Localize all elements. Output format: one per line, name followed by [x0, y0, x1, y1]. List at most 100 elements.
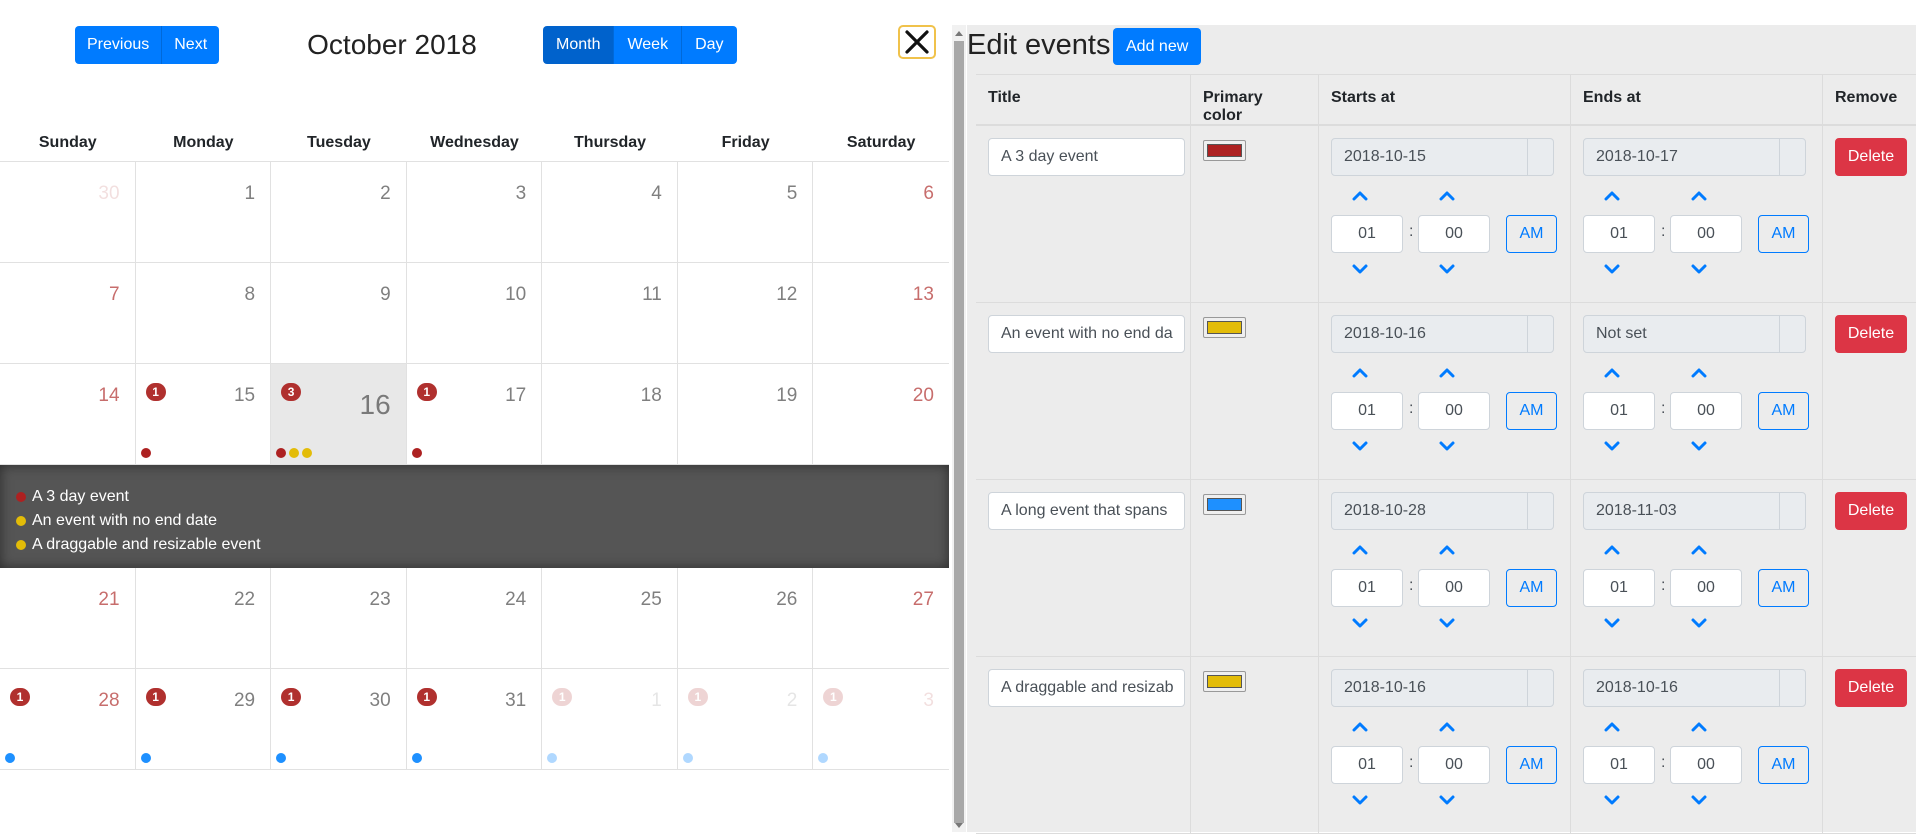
day-cell[interactable]: 25 — [542, 568, 678, 668]
minute-down-button[interactable] — [1690, 617, 1708, 629]
next-button[interactable]: Next — [162, 26, 220, 64]
view-week-button[interactable]: Week — [614, 26, 683, 64]
day-cell[interactable]: 28 1 — [0, 669, 136, 769]
minute-down-button[interactable] — [1438, 617, 1456, 629]
primary-color-picker[interactable] — [1203, 671, 1246, 692]
day-cell[interactable]: 3 — [407, 162, 543, 262]
day-cell[interactable]: 14 — [0, 364, 136, 464]
day-cell[interactable]: 15 1 — [136, 364, 272, 464]
event-title-input[interactable]: A draggable and resizab — [988, 669, 1185, 707]
day-cell[interactable]: 16 3 — [271, 364, 407, 464]
date-addon[interactable] — [1779, 139, 1805, 175]
date-addon[interactable] — [1527, 316, 1553, 352]
day-cell[interactable]: 7 — [0, 263, 136, 363]
day-cell[interactable]: 2 — [271, 162, 407, 262]
hour-down-button[interactable] — [1351, 794, 1369, 806]
hour-input[interactable]: 01 — [1583, 569, 1655, 607]
open-day-event-item[interactable]: A 3 day event — [16, 485, 949, 509]
hour-up-button[interactable] — [1603, 189, 1621, 201]
scrollbar-thumb[interactable] — [954, 41, 964, 823]
minute-input[interactable]: 00 — [1418, 746, 1490, 784]
hour-up-button[interactable] — [1603, 720, 1621, 732]
day-cell[interactable]: 11 — [542, 669, 678, 769]
delete-button[interactable]: Delete — [1835, 138, 1907, 176]
day-cell[interactable]: 8 — [136, 263, 272, 363]
date-addon[interactable] — [1527, 493, 1553, 529]
day-cell[interactable]: 31 1 — [407, 669, 543, 769]
end-date-input[interactable]: 2018-11-03 — [1583, 492, 1806, 530]
delete-button[interactable]: Delete — [1835, 492, 1907, 530]
day-cell[interactable]: 21 — [678, 669, 814, 769]
day-cell[interactable]: 12 — [678, 263, 814, 363]
event-title-input[interactable]: A long event that spans — [988, 492, 1185, 530]
start-date-input[interactable]: 2018-10-28 — [1331, 492, 1554, 530]
end-date-input[interactable]: Not set — [1583, 315, 1806, 353]
hour-up-button[interactable] — [1351, 189, 1369, 201]
day-cell[interactable]: 1 — [136, 162, 272, 262]
date-addon[interactable] — [1527, 670, 1553, 706]
ampm-toggle-button[interactable]: AM — [1758, 392, 1809, 430]
hour-down-button[interactable] — [1603, 263, 1621, 275]
start-date-input[interactable]: 2018-10-15 — [1331, 138, 1554, 176]
minute-down-button[interactable] — [1690, 263, 1708, 275]
day-cell[interactable]: 30 — [0, 162, 136, 262]
day-cell[interactable]: 26 — [678, 568, 814, 668]
minute-input[interactable]: 00 — [1670, 215, 1742, 253]
day-cell[interactable]: 30 1 — [271, 669, 407, 769]
event-title-input[interactable]: A 3 day event — [988, 138, 1185, 176]
view-day-button[interactable]: Day — [682, 26, 737, 64]
open-day-event-item[interactable]: A draggable and resizable event — [16, 533, 949, 557]
primary-color-picker[interactable] — [1203, 317, 1246, 338]
ampm-toggle-button[interactable]: AM — [1758, 215, 1809, 253]
minute-input[interactable]: 00 — [1418, 569, 1490, 607]
day-cell[interactable]: 31 — [813, 669, 949, 769]
day-cell[interactable]: 6 — [813, 162, 949, 262]
event-title-input[interactable]: An event with no end da — [988, 315, 1185, 353]
start-date-input[interactable]: 2018-10-16 — [1331, 669, 1554, 707]
day-cell[interactable]: 20 — [813, 364, 949, 464]
hour-input[interactable]: 01 — [1583, 215, 1655, 253]
minute-down-button[interactable] — [1438, 263, 1456, 275]
hour-up-button[interactable] — [1351, 543, 1369, 555]
day-cell[interactable]: 18 — [542, 364, 678, 464]
ampm-toggle-button[interactable]: AM — [1758, 746, 1809, 784]
ampm-toggle-button[interactable]: AM — [1758, 569, 1809, 607]
hour-input[interactable]: 01 — [1331, 746, 1403, 784]
scroll-down-arrow-icon[interactable] — [955, 823, 963, 828]
day-cell[interactable]: 29 1 — [136, 669, 272, 769]
end-date-input[interactable]: 2018-10-16 — [1583, 669, 1806, 707]
ampm-toggle-button[interactable]: AM — [1506, 569, 1557, 607]
delete-button[interactable]: Delete — [1835, 669, 1907, 707]
hour-down-button[interactable] — [1351, 617, 1369, 629]
event-title[interactable]: An event with no end date — [32, 512, 217, 530]
previous-button[interactable]: Previous — [75, 26, 163, 64]
date-addon[interactable] — [1779, 493, 1805, 529]
day-cell[interactable]: 24 — [407, 568, 543, 668]
day-cell[interactable]: 19 — [678, 364, 814, 464]
hour-down-button[interactable] — [1351, 440, 1369, 452]
open-day-event-item[interactable]: An event with no end date — [16, 509, 949, 533]
ampm-toggle-button[interactable]: AM — [1506, 392, 1557, 430]
day-cell[interactable]: 17 1 — [407, 364, 543, 464]
event-title[interactable]: A draggable and resizable event — [32, 536, 261, 554]
hour-down-button[interactable] — [1603, 440, 1621, 452]
minute-down-button[interactable] — [1690, 440, 1708, 452]
ampm-toggle-button[interactable]: AM — [1506, 215, 1557, 253]
minute-down-button[interactable] — [1690, 794, 1708, 806]
date-addon[interactable] — [1779, 670, 1805, 706]
primary-color-picker[interactable] — [1203, 140, 1246, 161]
date-addon[interactable] — [1779, 316, 1805, 352]
scrollbar[interactable] — [952, 25, 966, 832]
hour-input[interactable]: 01 — [1331, 569, 1403, 607]
day-cell[interactable]: 5 — [678, 162, 814, 262]
primary-color-picker[interactable] — [1203, 494, 1246, 515]
hour-up-button[interactable] — [1603, 366, 1621, 378]
hour-down-button[interactable] — [1603, 617, 1621, 629]
hour-up-button[interactable] — [1351, 366, 1369, 378]
end-date-input[interactable]: 2018-10-17 — [1583, 138, 1806, 176]
minute-input[interactable]: 00 — [1418, 215, 1490, 253]
hour-input[interactable]: 01 — [1583, 392, 1655, 430]
minute-input[interactable]: 00 — [1418, 392, 1490, 430]
day-cell[interactable]: 9 — [271, 263, 407, 363]
minute-input[interactable]: 00 — [1670, 746, 1742, 784]
